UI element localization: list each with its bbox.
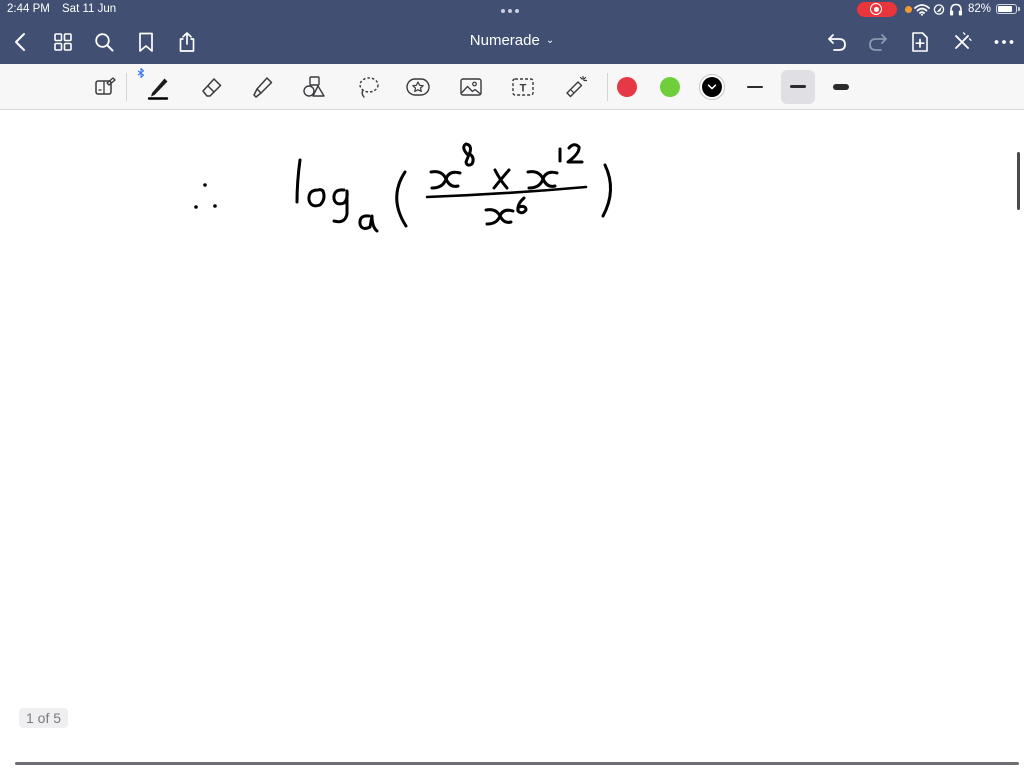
page-indicator: 1 of 5 (19, 708, 69, 728)
battery-fill (998, 6, 1012, 12)
highlighter-tool[interactable] (249, 74, 275, 100)
headphones-icon (950, 3, 962, 16)
mic-in-use-indicator (905, 6, 912, 13)
text-icon: T (512, 78, 534, 96)
document-title-button[interactable]: Numerade ⌄ (470, 32, 554, 49)
close-button[interactable] (950, 30, 974, 54)
color-swatch-green[interactable] (660, 77, 680, 97)
lasso-tool[interactable] (355, 74, 381, 100)
undo-button[interactable] (825, 30, 849, 54)
sticker-icon (406, 78, 430, 96)
document-title-text: Numerade (469, 32, 540, 49)
lasso-icon (359, 77, 379, 98)
sticker-tool[interactable] (405, 74, 431, 100)
image-tool[interactable] (458, 74, 484, 100)
add-page-icon (912, 32, 928, 52)
color-swatch-black[interactable] (702, 77, 722, 97)
nav-bar: Numerade ⌄ (0, 20, 1024, 64)
eraser-tool[interactable] (198, 74, 224, 100)
read-only-mode-button[interactable] (92, 74, 118, 100)
shapes-tool[interactable] (301, 74, 327, 100)
thickness-thin[interactable] (738, 70, 772, 104)
search-button[interactable] (92, 30, 116, 54)
bluetooth-icon (137, 68, 145, 78)
laser-pointer-icon (566, 75, 588, 98)
shapes-icon (303, 76, 325, 97)
close-icon (955, 32, 972, 49)
toolbar-divider (126, 73, 127, 101)
search-icon (95, 33, 114, 52)
thickness-medium[interactable] (781, 70, 815, 104)
handwritten-expression (194, 142, 612, 233)
annotation-toolbar: T (0, 64, 1024, 110)
redo-button[interactable] (866, 30, 890, 54)
more-button[interactable] (992, 30, 1016, 54)
image-icon (460, 78, 482, 96)
thickness-thick[interactable] (824, 70, 858, 104)
wifi-icon (914, 4, 930, 16)
location-icon (933, 4, 945, 15)
back-icon (15, 33, 25, 51)
multitasking-dots-icon[interactable] (501, 9, 523, 13)
highlighter-icon (253, 77, 273, 98)
chevron-down-icon (707, 84, 717, 90)
share-button[interactable] (175, 30, 199, 54)
toolbar-divider (607, 73, 608, 101)
bookmark-icon (139, 32, 153, 52)
text-tool-glyph: T (520, 83, 527, 95)
pen-tool[interactable] (145, 74, 171, 100)
home-indicator[interactable] (15, 762, 1019, 765)
laser-pointer-tool[interactable] (563, 74, 589, 100)
read-only-icon (95, 77, 116, 95)
thumbnails-button[interactable] (51, 30, 75, 54)
status-bar: 2:44 PM Sat 11 Jun 82% (0, 0, 1024, 20)
chevron-down-icon: ⌄ (545, 35, 555, 46)
eraser-icon (202, 78, 222, 97)
text-tool[interactable]: T (510, 74, 536, 100)
battery-percent: 82% (968, 3, 992, 15)
color-swatch-red[interactable] (617, 77, 637, 97)
pen-icon (147, 78, 169, 100)
redo-icon (869, 34, 887, 51)
back-button[interactable] (9, 30, 33, 54)
grid-icon (54, 33, 72, 51)
note-canvas[interactable]: 1 of 5 (0, 110, 1024, 768)
vertical-scrollbar[interactable] (1017, 152, 1020, 210)
undo-icon (828, 34, 846, 51)
status-date: Sat 11 Jun (62, 3, 117, 15)
status-time: 2:44 PM (7, 3, 50, 15)
battery-icon (996, 4, 1020, 14)
add-page-button[interactable] (908, 30, 932, 54)
share-icon (179, 32, 195, 52)
screen-record-icon[interactable] (857, 2, 897, 17)
more-icon (994, 40, 1014, 44)
bookmark-button[interactable] (134, 30, 158, 54)
